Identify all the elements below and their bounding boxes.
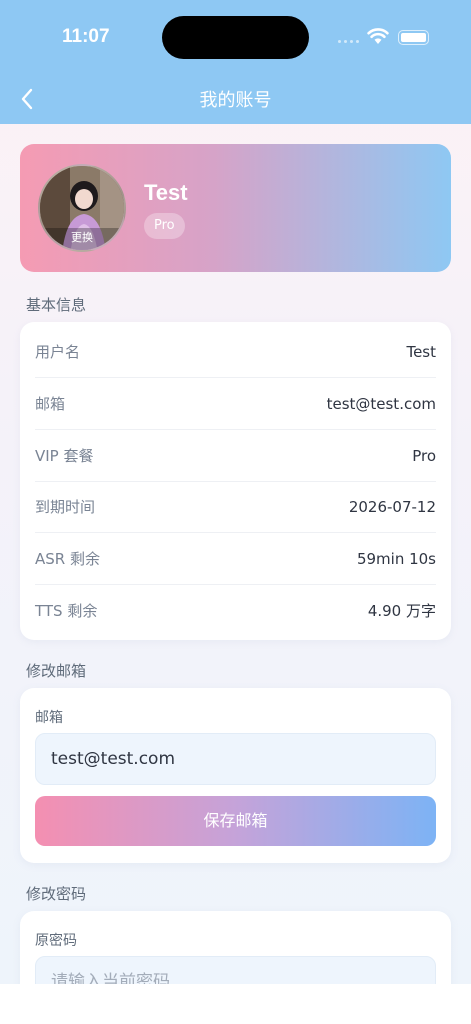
change-email-card: 邮箱 test@test.com 保存邮箱 bbox=[20, 688, 451, 863]
dynamic-island bbox=[162, 16, 309, 59]
info-label: 邮箱 bbox=[35, 395, 66, 413]
info-label: ASR 剩余 bbox=[35, 550, 100, 568]
info-row-expiry: 到期时间 2026-07-12 bbox=[35, 481, 436, 533]
info-label: TTS 剩余 bbox=[35, 601, 98, 620]
save-email-button[interactable]: 保存邮箱 bbox=[35, 796, 436, 846]
account-screen: 11:07 我的账号 更换 Test Pro 基本信息 用户名 Test 邮箱 … bbox=[0, 0, 471, 984]
email-input[interactable]: test@test.com bbox=[35, 733, 436, 785]
email-field-label: 邮箱 bbox=[35, 710, 63, 726]
signal-icon bbox=[338, 40, 359, 43]
bottom-area bbox=[0, 984, 471, 1024]
change-password-card: 原密码 请输入当前密码 bbox=[20, 911, 451, 984]
top-bar: 11:07 我的账号 bbox=[0, 0, 471, 124]
avatar[interactable]: 更换 bbox=[38, 164, 126, 252]
info-label: 用户名 bbox=[35, 343, 81, 361]
info-value: 59min 10s bbox=[356, 549, 436, 568]
info-row-vip-plan: VIP 套餐 Pro bbox=[35, 430, 436, 482]
battery-icon bbox=[398, 30, 429, 45]
old-password-label: 原密码 bbox=[35, 933, 77, 949]
info-row-email: 邮箱 test@test.com bbox=[35, 378, 436, 430]
wifi-icon bbox=[367, 28, 389, 44]
section-title-change-email: 修改邮箱 bbox=[26, 662, 87, 680]
info-label: 到期时间 bbox=[35, 498, 96, 516]
info-label: VIP 套餐 bbox=[35, 447, 94, 465]
old-password-input[interactable]: 请输入当前密码 bbox=[35, 956, 436, 984]
info-value: Pro bbox=[412, 446, 436, 465]
info-value: 4.90 万字 bbox=[367, 601, 436, 620]
section-title-basic-info: 基本信息 bbox=[26, 296, 87, 314]
page-title: 我的账号 bbox=[199, 90, 272, 111]
info-value: test@test.com bbox=[326, 394, 436, 413]
info-row-tts-remaining: TTS 剩余 4.90 万字 bbox=[35, 584, 436, 636]
info-value: 2026-07-12 bbox=[348, 497, 436, 516]
status-time: 11:07 bbox=[62, 26, 110, 47]
avatar-change-label: 更换 bbox=[40, 228, 124, 250]
section-title-change-password: 修改密码 bbox=[26, 885, 87, 903]
info-value: Test bbox=[406, 342, 436, 361]
info-row-asr-remaining: ASR 剩余 59min 10s bbox=[35, 533, 436, 585]
profile-card: 更换 Test Pro bbox=[20, 144, 451, 272]
profile-name: Test bbox=[144, 180, 188, 205]
plan-badge: Pro bbox=[144, 213, 185, 239]
info-row-username: 用户名 Test bbox=[35, 326, 436, 378]
basic-info-card: 用户名 Test 邮箱 test@test.com VIP 套餐 Pro 到期时… bbox=[20, 322, 451, 640]
